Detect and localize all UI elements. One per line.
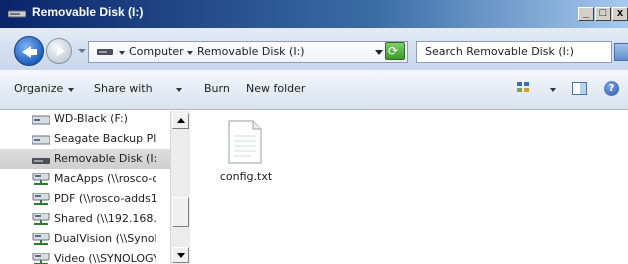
- nav-item[interactable]: Seagate Backup Plu: [0, 129, 170, 149]
- nav-item-label: PDF (\\rosco-adds1: [54, 192, 156, 205]
- burn-button[interactable]: Burn: [204, 82, 230, 95]
- change-view-icon[interactable]: [517, 82, 531, 94]
- share-with-dropdown-icon[interactable]: [176, 88, 182, 92]
- forward-button[interactable]: [46, 38, 72, 64]
- nav-item-label: Seagate Backup Plu: [54, 132, 156, 145]
- preview-pane-icon[interactable]: [572, 82, 587, 95]
- recent-pages-dropdown[interactable]: [78, 49, 86, 53]
- nav-item-label: WD-Black (F:): [54, 112, 128, 125]
- nav-item-label: DualVision (\\Synolc: [54, 232, 156, 245]
- close-button[interactable]: x: [612, 7, 628, 21]
- nav-item[interactable]: WD-Black (F:): [0, 111, 170, 129]
- nav-item[interactable]: Removable Disk (I:): [0, 149, 170, 169]
- file-item[interactable]: config.txt: [216, 118, 276, 188]
- nav-item[interactable]: Video (\\SYNOLOGY: [0, 249, 170, 264]
- removable-disk-icon: [32, 153, 50, 165]
- breadcrumb-removable-disk[interactable]: Removable Disk (I:): [197, 45, 305, 58]
- search-input[interactable]: Search Removable Disk (I:): [416, 41, 612, 63]
- address-bar[interactable]: Computer Removable Disk (I:): [88, 41, 408, 63]
- navigation-tree: WD-Black (F:) Seagate Backup Plu Removable…: [0, 111, 170, 264]
- organize-button[interactable]: Organize: [14, 82, 63, 95]
- drive-icon: [31, 113, 51, 125]
- scroll-down-button[interactable]: [172, 247, 189, 263]
- scroll-up-button[interactable]: [172, 113, 189, 129]
- nav-scrollbar[interactable]: [170, 111, 190, 264]
- title-bar[interactable]: Removable Disk (I:): [0, 0, 628, 28]
- breadcrumb-separator-icon[interactable]: [119, 51, 125, 55]
- organize-dropdown-icon[interactable]: [68, 88, 74, 92]
- refresh-icon: ⟳: [388, 44, 399, 58]
- share-with-button[interactable]: Share with: [94, 82, 153, 95]
- nav-item[interactable]: MacApps (\\rosco-d: [0, 169, 170, 189]
- breadcrumb-separator-icon[interactable]: [187, 51, 193, 55]
- refresh-button[interactable]: ⟳: [385, 42, 405, 60]
- window-title: Removable Disk (I:): [32, 5, 144, 19]
- drive-icon: [31, 133, 51, 145]
- navigation-pane: WD-Black (F:) Seagate Backup Plu Removable…: [0, 111, 192, 264]
- nav-item-label: Shared (\\192.168.: [54, 212, 156, 225]
- nav-item[interactable]: PDF (\\rosco-adds1: [0, 189, 170, 209]
- minimize-button[interactable]: _: [578, 7, 594, 21]
- search-placeholder: Search Removable Disk (I:): [425, 45, 574, 58]
- breadcrumb-computer[interactable]: Computer: [129, 45, 184, 58]
- nav-item-label: Removable Disk (I:): [54, 152, 156, 165]
- nav-item[interactable]: Shared (\\192.168.: [0, 209, 170, 229]
- text-file-icon: [228, 120, 262, 164]
- nav-item-label: MacApps (\\rosco-d: [54, 172, 156, 185]
- new-folder-button[interactable]: New folder: [246, 82, 305, 95]
- nav-item-label: Video (\\SYNOLOGY: [54, 252, 156, 264]
- file-name: config.txt: [219, 170, 273, 183]
- scroll-thumb[interactable]: [172, 197, 189, 227]
- network-drive-icon: [32, 212, 50, 225]
- search-icon[interactable]: [614, 43, 628, 61]
- nav-item[interactable]: DualVision (\\Synolc: [0, 229, 170, 249]
- views-dropdown-icon[interactable]: [550, 88, 556, 92]
- network-drive-icon: [32, 192, 50, 205]
- back-button[interactable]: [14, 36, 44, 66]
- address-dropdown-icon[interactable]: [375, 50, 383, 55]
- network-drive-icon: [32, 172, 50, 185]
- help-icon[interactable]: ?: [604, 81, 619, 96]
- network-drive-icon: [32, 232, 50, 245]
- removable-disk-icon: [8, 10, 26, 18]
- maximize-button[interactable]: □: [595, 7, 611, 21]
- network-drive-icon: [32, 252, 50, 264]
- removable-disk-icon: [97, 49, 113, 55]
